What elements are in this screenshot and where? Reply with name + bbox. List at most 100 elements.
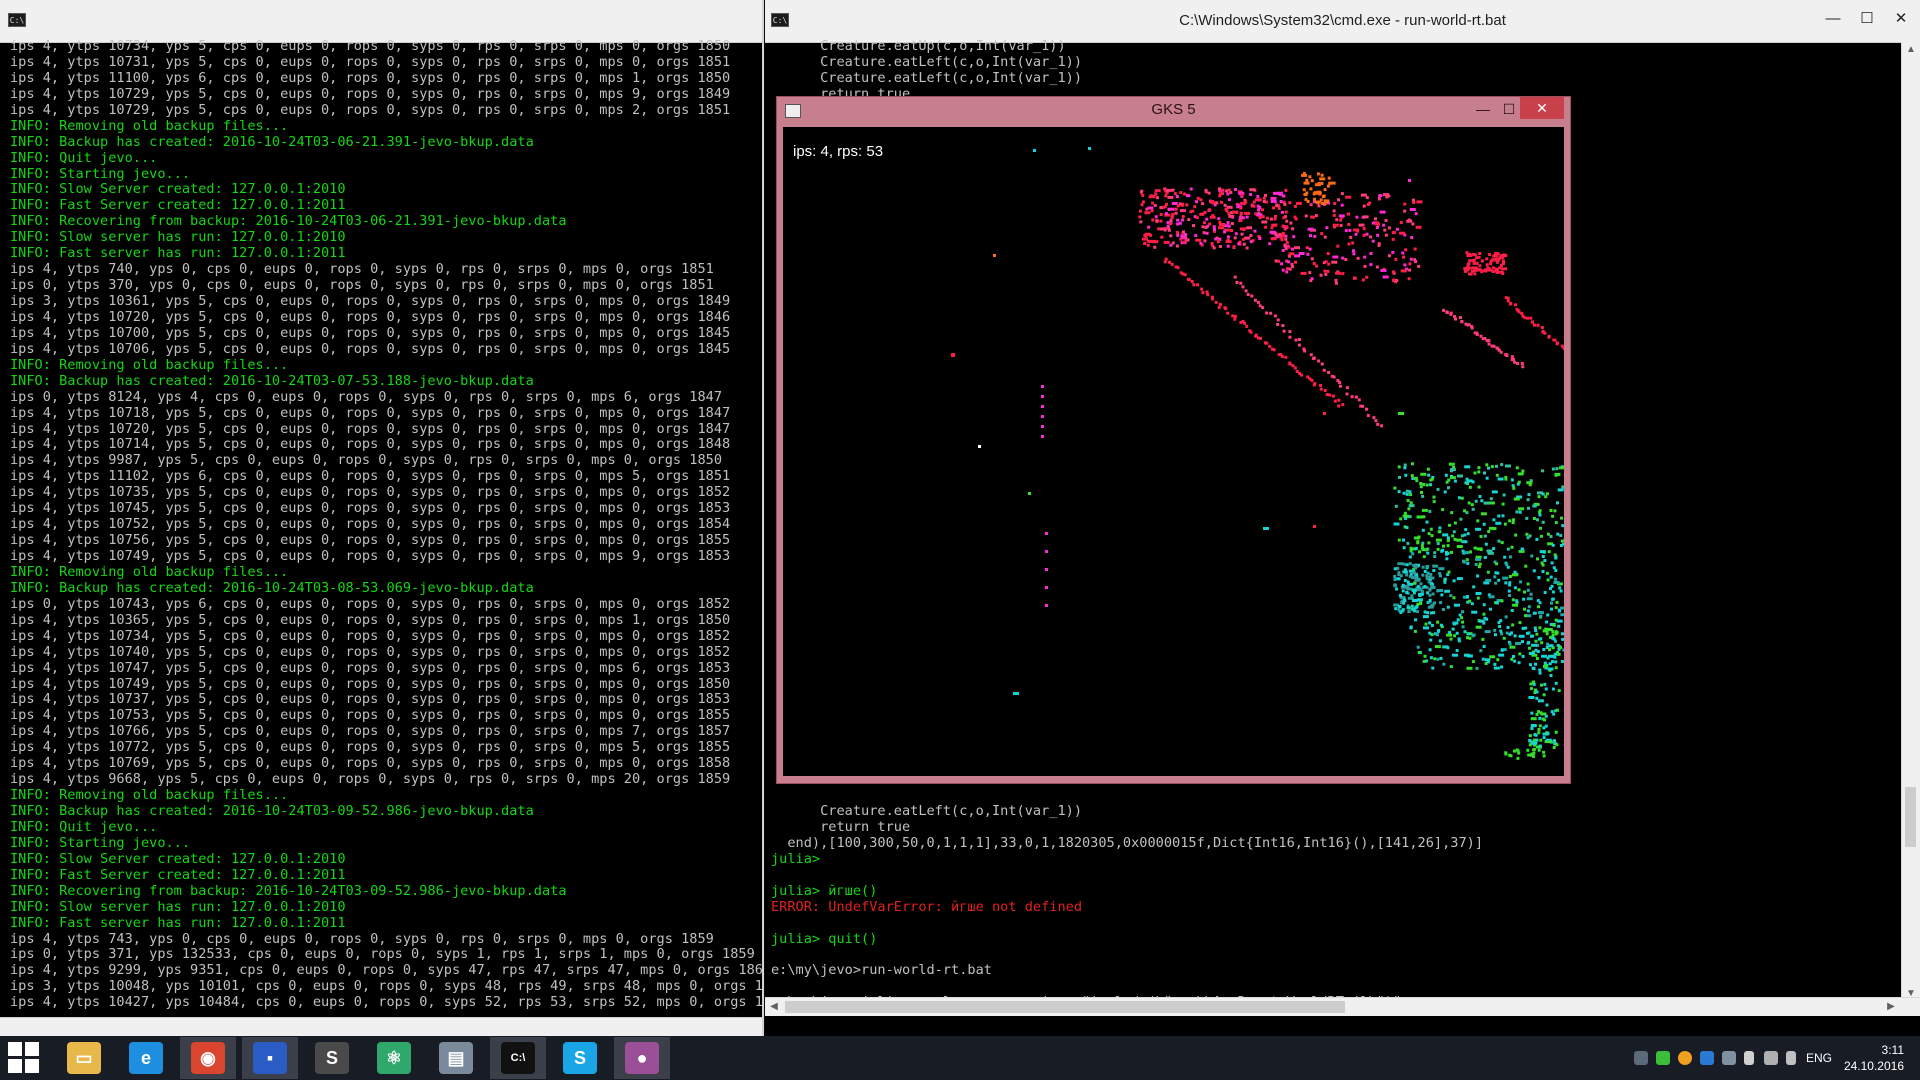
people-icon[interactable] [1634, 1051, 1648, 1065]
organism-cell [1282, 216, 1286, 220]
network-icon[interactable] [1764, 1051, 1778, 1065]
cmd-window-icon[interactable]: C:\ [8, 13, 26, 27]
gks-minimize-button[interactable]: — [1470, 98, 1496, 120]
console-line: INFO: Quit jevo... [10, 149, 158, 166]
organism-cell [1541, 654, 1548, 658]
organism-cell [1402, 255, 1405, 259]
gks-window[interactable]: GKS 5 — ☐ ✕ ips: 4, rps: 53 [776, 96, 1571, 784]
organism-cell [1512, 603, 1519, 607]
taskbar-app-skype[interactable]: S [552, 1037, 608, 1079]
organism-cell [1325, 200, 1328, 203]
organism-cell [1362, 233, 1366, 237]
organism-cell [1196, 196, 1200, 200]
organism-cell [1154, 192, 1158, 196]
organism-cell [1410, 236, 1414, 239]
organism-cell [1397, 573, 1401, 577]
taskbar-app-file-explorer[interactable]: ▭ [56, 1037, 112, 1079]
taskbar-app-chrome[interactable]: ◉ [180, 1037, 236, 1079]
organism-cell [1500, 463, 1504, 467]
taskbar-app-internet-explorer[interactable]: e [118, 1037, 174, 1079]
taskbar-app-julia[interactable]: ● [614, 1037, 670, 1079]
organism-cell [1499, 350, 1503, 354]
organism-cell [1187, 218, 1191, 222]
scroll-up-arrow-icon[interactable]: ▲ [1902, 42, 1920, 58]
show-hidden-icons-icon[interactable] [1722, 1051, 1736, 1065]
organism-cell [1475, 666, 1479, 670]
taskbar-app-sublime-text[interactable]: S [304, 1037, 360, 1079]
horizontal-scroll-thumb[interactable] [785, 1001, 1345, 1013]
left-window-titlebar[interactable]: C:\ [0, 0, 762, 43]
organism-cell [1323, 188, 1327, 192]
gks-titlebar[interactable]: GKS 5 — ☐ ✕ [777, 97, 1570, 123]
organism-cell [1399, 517, 1403, 521]
language-indicator[interactable]: ENG [1806, 1036, 1832, 1080]
organism-cell [1428, 598, 1432, 602]
left-console-output[interactable]: ips 4, ytps 10734, yps 5, cps 0, eups 0,… [10, 39, 762, 1017]
organism-cell [1428, 648, 1432, 652]
action-center-flag-icon[interactable] [1744, 1051, 1754, 1065]
taskbar-app-atom[interactable]: ⚛ [366, 1037, 422, 1079]
gks-maximize-button[interactable]: ☐ [1496, 98, 1522, 120]
organism-cell [1429, 573, 1433, 576]
vertical-scroll-thumb[interactable] [1905, 787, 1916, 847]
organism-cell [1411, 547, 1415, 551]
organism-cell [1420, 472, 1427, 476]
organism-cell [1528, 734, 1532, 738]
scroll-left-arrow-icon[interactable]: ◀ [765, 999, 783, 1015]
organism-cell [1517, 480, 1521, 484]
orange-app-icon[interactable] [1678, 1051, 1692, 1065]
organism-cell [993, 254, 996, 257]
organism-cell [1439, 656, 1443, 660]
organism-cell [1537, 728, 1541, 731]
organism-cell [1244, 289, 1248, 293]
organism-cell [1150, 194, 1153, 198]
organism-cell [1378, 194, 1382, 198]
vertical-scrollbar[interactable]: ▲ ▼ [1901, 42, 1920, 1002]
taskbar-app-save-app[interactable]: ▪ [242, 1037, 298, 1079]
green-app-icon[interactable] [1656, 1051, 1670, 1065]
taskbar-app-cmd[interactable]: C:\ [490, 1037, 546, 1079]
organism-cell [1291, 247, 1294, 251]
organism-cell [1425, 575, 1432, 579]
blue-app-icon[interactable] [1700, 1051, 1714, 1065]
organism-cell [1306, 200, 1310, 203]
organism-cell [1500, 648, 1504, 652]
organism-cell [1265, 341, 1269, 345]
close-button[interactable]: ✕ [1890, 8, 1912, 30]
console-line: INFO: Backup has created: 2016-10-24T03-… [10, 133, 534, 150]
organism-cell [1211, 214, 1215, 218]
organism-cell [1317, 204, 1321, 208]
minimize-button[interactable]: — [1822, 8, 1844, 30]
organism-cell [1163, 240, 1170, 244]
world-canvas[interactable]: ips: 4, rps: 53 [783, 127, 1564, 776]
organism-cell [1531, 741, 1538, 745]
volume-icon[interactable] [1786, 1051, 1796, 1065]
organism-cell [1485, 263, 1489, 267]
organism-cell [1446, 633, 1453, 637]
organism-cell [1431, 603, 1435, 607]
organism-cell [1164, 194, 1168, 198]
maximize-button[interactable]: ☐ [1856, 8, 1878, 30]
organism-cell [1402, 601, 1406, 605]
organism-cell [1319, 177, 1326, 181]
organism-cell [1554, 681, 1558, 685]
console-line: ips 4, ytps 10365, yps 5, cps 0, eups 0,… [10, 611, 731, 628]
console-line: ips 4, ytps 9299, yps 9351, cps 0, eups … [10, 962, 762, 979]
gks-close-button[interactable]: ✕ [1520, 97, 1564, 119]
organism-cell [1562, 648, 1564, 652]
clock[interactable]: 3:11 24.10.2016 [1834, 1042, 1904, 1074]
organism-cell [1470, 326, 1474, 330]
right-window-titlebar[interactable]: C:\ C:\Windows\System32\cmd.exe - run-wo… [765, 0, 1920, 43]
taskbar-app-image-viewer[interactable]: ▤ [428, 1037, 484, 1079]
organism-cell [1467, 501, 1471, 505]
start-button[interactable] [8, 1042, 40, 1074]
horizontal-scrollbar[interactable]: ◀ ▶ [765, 997, 1920, 1016]
scroll-right-arrow-icon[interactable]: ▶ [1882, 999, 1900, 1015]
left-console-window[interactable]: C:\ ips 4, ytps 10734, yps 5, cps 0, eup… [0, 0, 764, 1036]
organism-cell [1497, 514, 1501, 518]
organism-cell [1521, 469, 1525, 473]
organism-cell [1546, 532, 1550, 536]
organism-cell [1307, 227, 1314, 231]
organism-cell [1552, 746, 1556, 749]
organism-cell [1045, 586, 1048, 589]
